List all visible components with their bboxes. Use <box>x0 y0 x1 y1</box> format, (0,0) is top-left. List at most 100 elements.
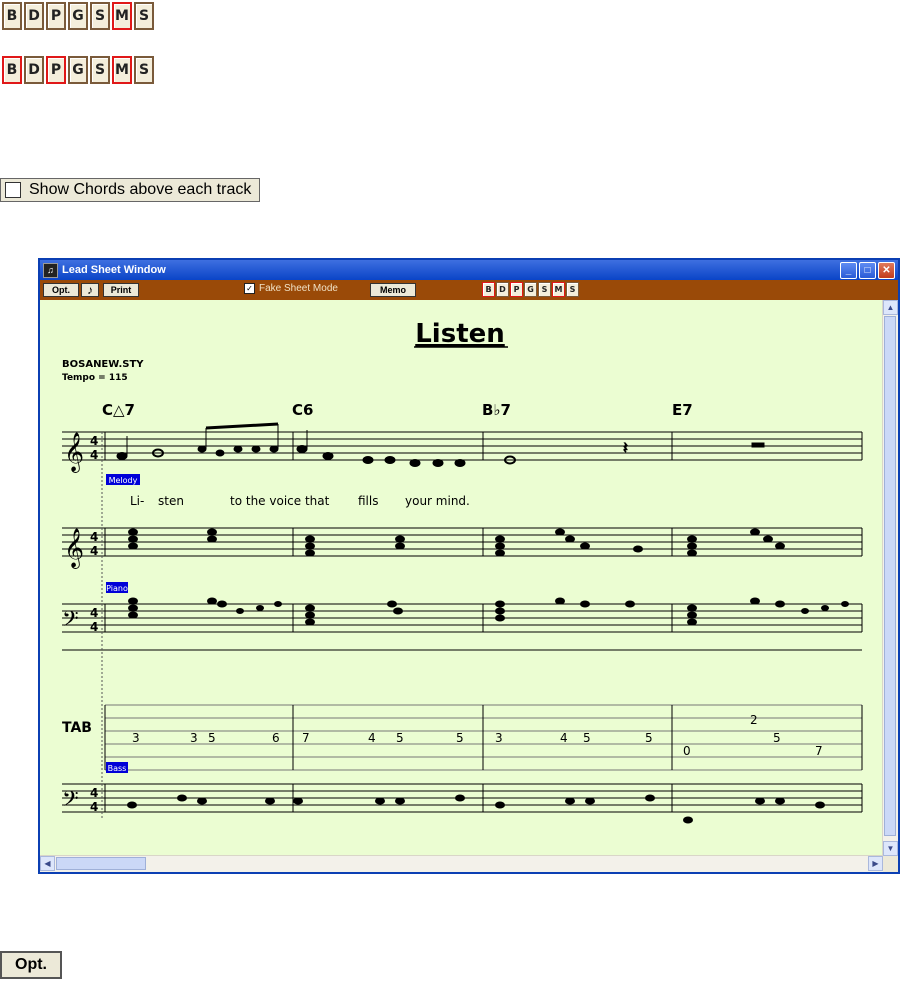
track-button-piano[interactable]: P <box>510 282 523 297</box>
track-buttons-default: B D P G S M S <box>2 2 154 30</box>
tab-staff <box>104 704 863 771</box>
window-titlebar[interactable]: ♫ Lead Sheet Window _ □ ✕ <box>40 260 898 280</box>
fake-sheet-label: Fake Sheet Mode <box>259 283 338 294</box>
track-button-melody[interactable]: M <box>112 2 132 30</box>
vertical-scroll-thumb[interactable] <box>884 316 896 836</box>
horizontal-scrollbar[interactable]: ◀ ▶ <box>40 855 883 872</box>
time-signature: 4 <box>90 800 98 814</box>
tab-number: 4 <box>560 731 568 745</box>
track-button-guitar[interactable]: G <box>68 2 88 30</box>
vertical-scrollbar[interactable]: ▲ ▼ <box>882 300 898 856</box>
app-icon: ♫ <box>43 262 58 278</box>
time-signature: 4 <box>90 448 98 462</box>
scroll-right-arrow-icon[interactable]: ▶ <box>868 856 883 871</box>
track-button-strings[interactable]: S <box>90 56 110 84</box>
memo-button[interactable]: Memo <box>370 283 416 297</box>
window-track-buttons: B D P G S M S <box>482 282 579 297</box>
checkbox-box[interactable] <box>5 182 21 198</box>
tab-number: 3 <box>132 731 140 745</box>
svg-text:𝄽: 𝄽 <box>623 438 628 457</box>
opt-button[interactable]: Opt. <box>43 283 79 297</box>
scrollbar-corner <box>883 856 898 872</box>
scroll-up-arrow-icon[interactable]: ▲ <box>883 300 898 315</box>
lyric: fills <box>358 494 378 508</box>
track-button-soloist[interactable]: S <box>566 282 579 297</box>
scroll-down-arrow-icon[interactable]: ▼ <box>883 841 898 856</box>
scroll-left-arrow-icon[interactable]: ◀ <box>40 856 55 871</box>
tab-label: TAB <box>62 720 92 736</box>
piano-bass-staff <box>62 603 863 651</box>
track-button-drums[interactable]: D <box>496 282 509 297</box>
time-signature: 4 <box>90 620 98 634</box>
track-button-melody[interactable]: M <box>552 282 565 297</box>
tab-number: 3 <box>190 731 198 745</box>
bass-clef-icon: 𝄢 <box>62 607 79 637</box>
time-signature: 4 <box>90 786 98 800</box>
tab-number: 4 <box>368 731 376 745</box>
tempo-text: Tempo = 115 <box>62 373 128 383</box>
track-button-bass[interactable]: B <box>482 282 495 297</box>
tab-number: 0 <box>683 744 691 758</box>
lead-sheet-toolbar: Opt. ♪ Print ✓ Fake Sheet Mode Memo B D … <box>40 280 898 300</box>
fake-sheet-mode-option[interactable]: ✓ Fake Sheet Mode <box>244 283 338 294</box>
treble-clef-icon: 𝄞 <box>64 528 84 569</box>
opt-button-large[interactable]: Opt. <box>0 951 62 979</box>
tab-number: 5 <box>456 731 464 745</box>
time-signature: 4 <box>90 606 98 620</box>
track-button-drums[interactable]: D <box>24 56 44 84</box>
window-title: Lead Sheet Window <box>62 264 166 276</box>
tab-number: 5 <box>208 731 216 745</box>
lyric: your mind. <box>405 494 470 508</box>
chord-symbol: C6 <box>292 401 313 419</box>
track-button-guitar[interactable]: G <box>524 282 537 297</box>
melody-label-text: Melody <box>109 476 138 485</box>
time-signature: 4 <box>90 530 98 544</box>
bass-label-text: Bass <box>108 764 127 773</box>
track-button-guitar[interactable]: G <box>68 56 88 84</box>
track-button-strings[interactable]: S <box>538 282 551 297</box>
print-button[interactable]: Print <box>103 283 139 297</box>
track-button-piano[interactable]: P <box>46 56 66 84</box>
show-chords-checkbox[interactable]: Show Chords above each track <box>0 178 260 202</box>
track-button-soloist[interactable]: S <box>134 56 154 84</box>
fake-sheet-checkbox[interactable]: ✓ <box>244 283 255 294</box>
track-buttons-selected: B D P G S M S <box>2 56 154 84</box>
track-button-strings[interactable]: S <box>90 2 110 30</box>
chord-symbol: C△7 <box>102 401 135 419</box>
piano-treble-staff <box>62 527 863 557</box>
lyric: Li- <box>130 494 144 508</box>
track-button-bass[interactable]: B <box>2 56 22 84</box>
tab-number: 2 <box>750 713 758 727</box>
tab-number: 5 <box>645 731 653 745</box>
tab-number: 5 <box>396 731 404 745</box>
tab-number: 6 <box>272 731 280 745</box>
tab-number: 5 <box>583 731 591 745</box>
piano-label-text: Piano <box>106 584 128 593</box>
tab-number: 3 <box>495 731 503 745</box>
note-icon[interactable]: ♪ <box>81 283 99 297</box>
treble-clef-icon: 𝄞 <box>64 432 84 473</box>
time-signature: 4 <box>90 434 98 448</box>
tab-number: 7 <box>815 744 823 758</box>
bass-notes <box>127 794 825 824</box>
horizontal-scroll-thumb[interactable] <box>56 857 146 870</box>
track-button-bass[interactable]: B <box>2 2 22 30</box>
tab-number: 5 <box>773 731 781 745</box>
song-title: Listen <box>415 319 505 349</box>
chord-symbol: E7 <box>672 401 693 419</box>
chord-symbol: B♭7 <box>482 401 511 419</box>
melody-staff <box>62 431 863 461</box>
track-button-melody[interactable]: M <box>112 56 132 84</box>
bass-clef-icon: 𝄢 <box>62 787 79 817</box>
notation-sheet[interactable]: Listen BOSANEW.STY Tempo = 115 C△7 C6 B♭… <box>40 300 883 856</box>
close-button[interactable]: ✕ <box>878 261 895 279</box>
lead-sheet-window: ♫ Lead Sheet Window _ □ ✕ Opt. ♪ Print ✓… <box>38 258 900 874</box>
show-chords-label: Show Chords above each track <box>29 181 252 198</box>
lyric: to the voice that <box>230 494 330 508</box>
track-button-piano[interactable]: P <box>46 2 66 30</box>
minimize-button[interactable]: _ <box>840 261 857 279</box>
time-signature: 4 <box>90 544 98 558</box>
maximize-button[interactable]: □ <box>859 261 876 279</box>
track-button-drums[interactable]: D <box>24 2 44 30</box>
track-button-soloist[interactable]: S <box>134 2 154 30</box>
